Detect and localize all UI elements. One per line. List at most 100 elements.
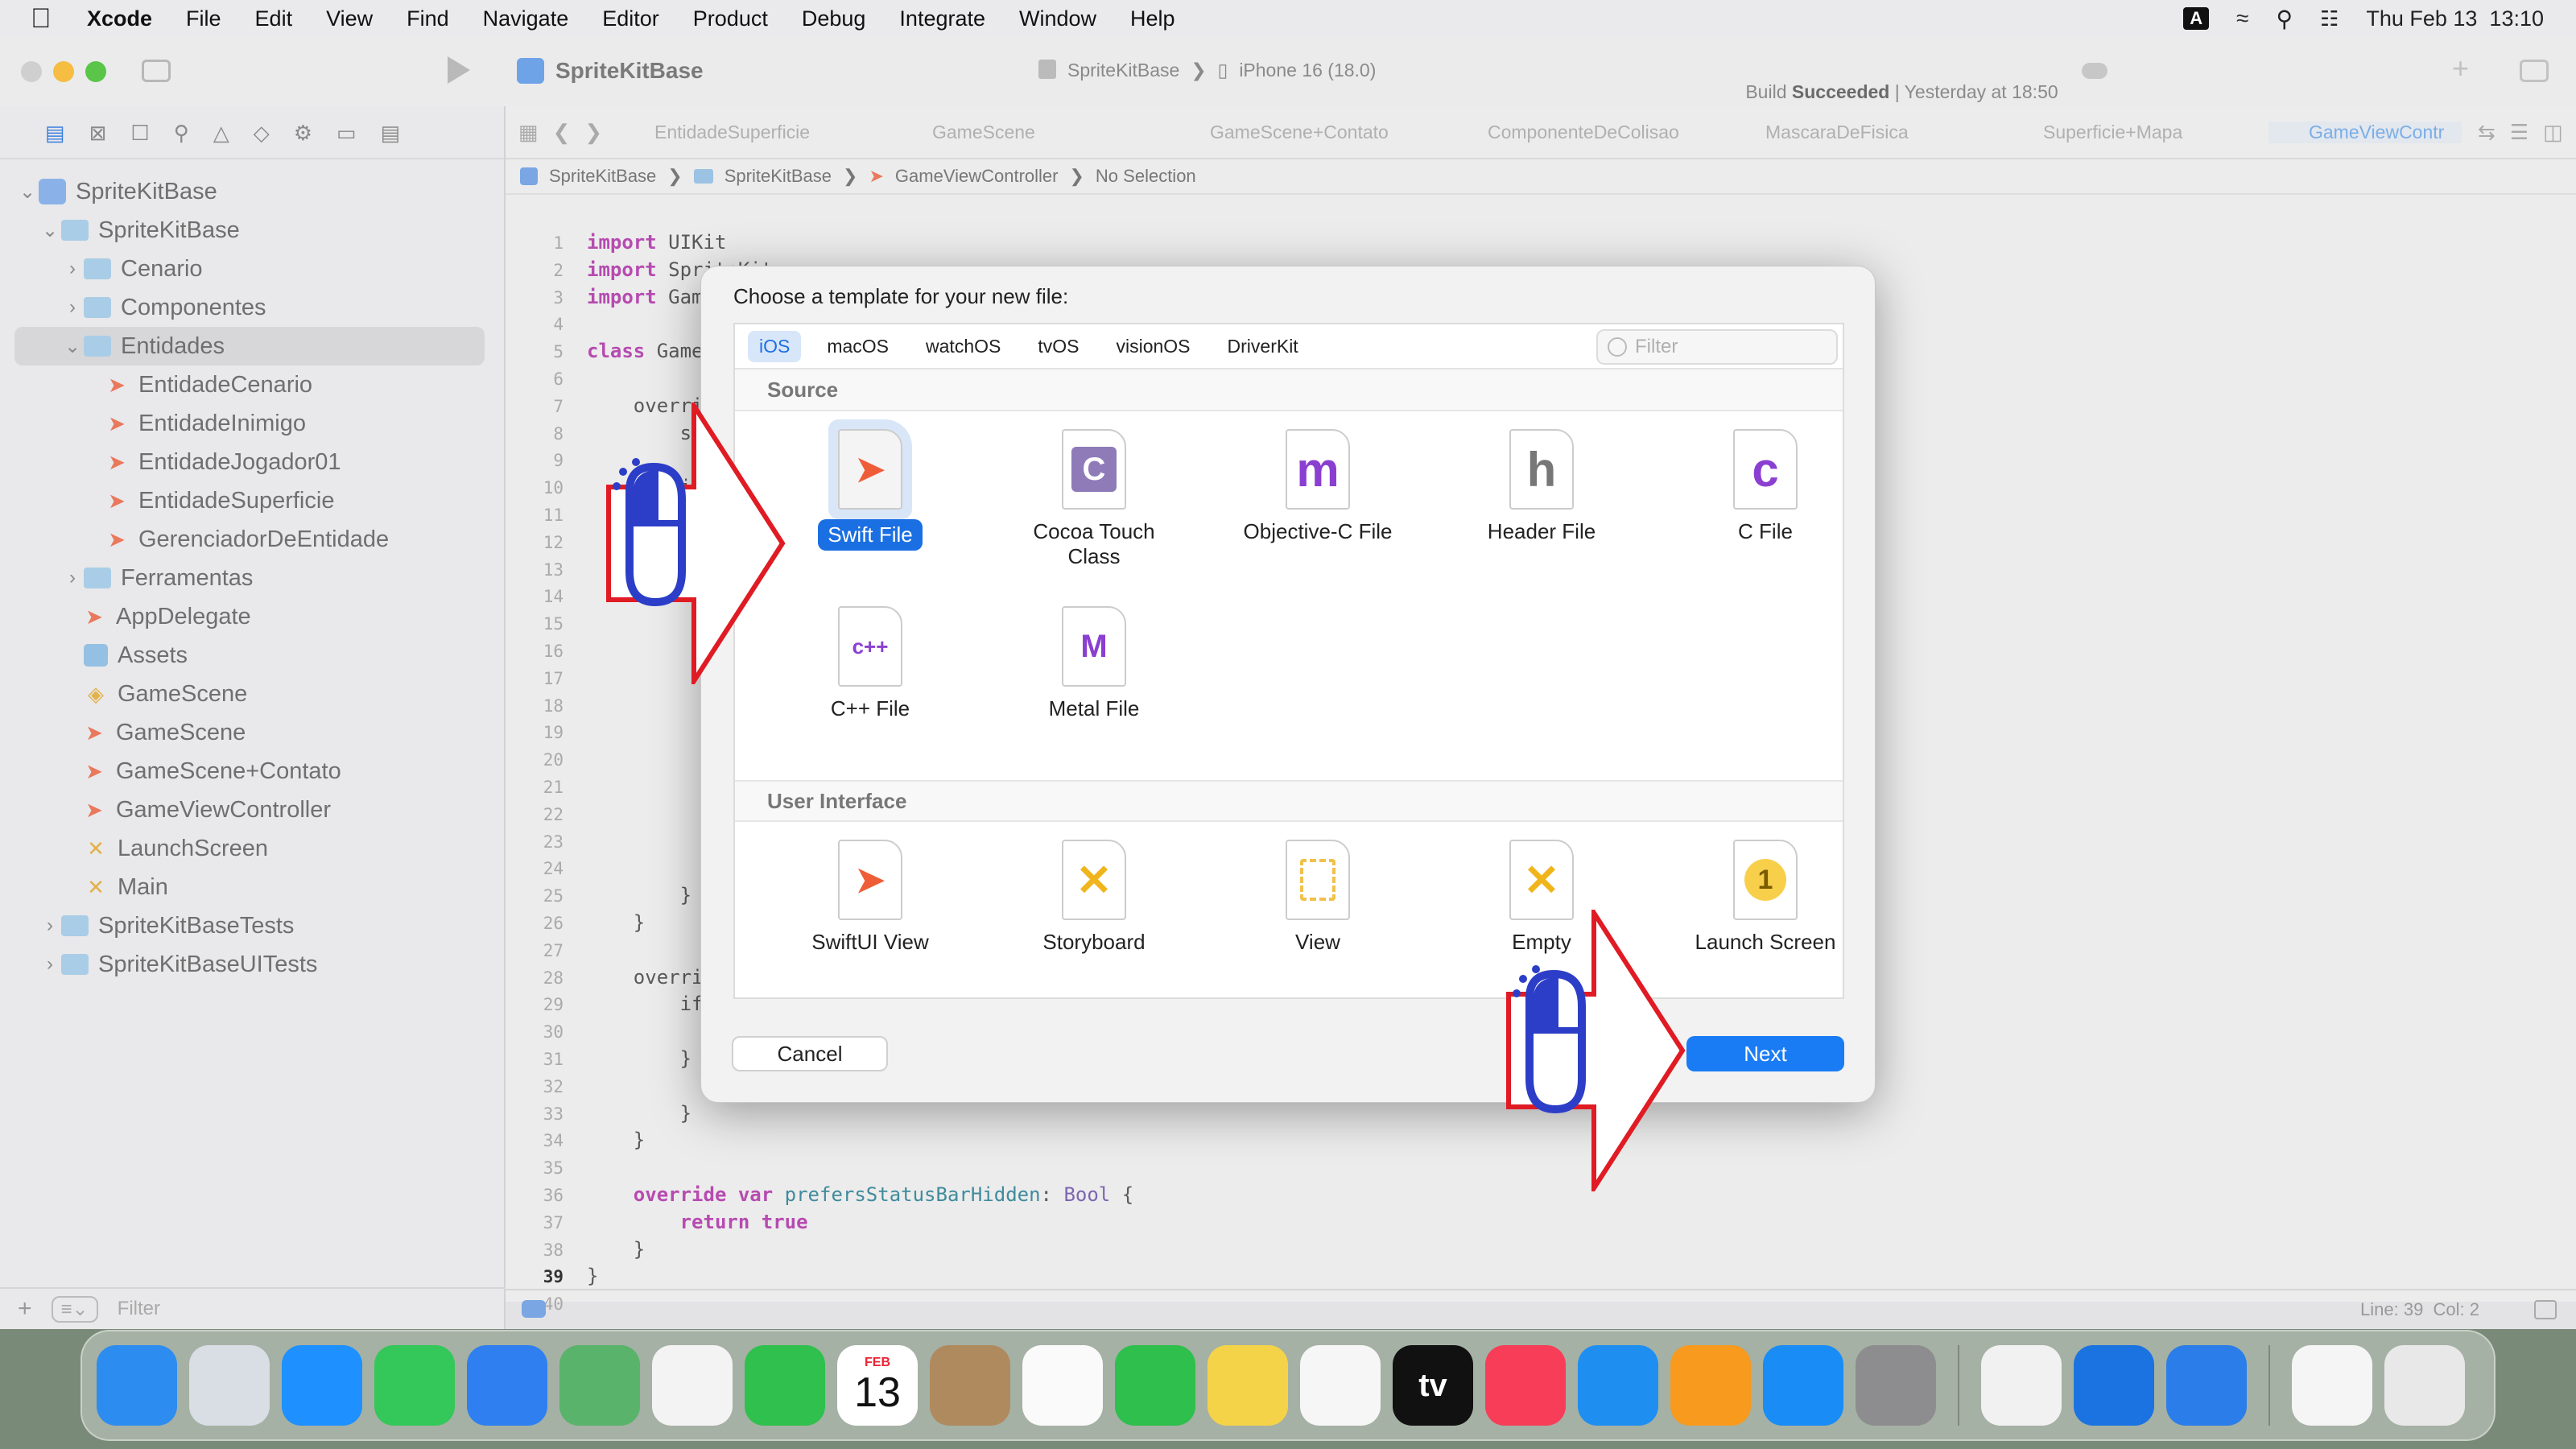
chevron-down-icon[interactable]: ⌄ [61,335,84,358]
mail-icon[interactable] [467,1345,547,1426]
menu-file[interactable]: File [186,6,221,31]
code-line[interactable]: override var prefersStatusBarHidden: Boo… [587,1183,1133,1206]
jumpbar-project[interactable]: SpriteKitBase [549,166,656,187]
debug-icon[interactable]: ⚙ [294,121,312,158]
template-filter-field[interactable]: Filter [1596,329,1838,365]
menu-integrate[interactable]: Integrate [899,6,985,31]
navigator-item[interactable]: ➤ EntidadeCenario [0,365,504,404]
chevron-right-icon[interactable]: › [61,258,84,280]
menu-debug[interactable]: Debug [802,6,866,31]
keynote-icon[interactable] [1578,1345,1658,1426]
menu-edit[interactable]: Edit [255,6,293,31]
code-line[interactable]: } [587,884,691,906]
navigator-item[interactable]: ✕ LaunchScreen [0,829,504,868]
navigator-item[interactable]: › Componentes [0,288,504,327]
pages-icon[interactable] [1670,1345,1751,1426]
code-line[interactable]: } [587,1238,645,1261]
code-line[interactable]: return true [587,1211,808,1233]
code-line[interactable]: } [587,1265,598,1287]
tab-superficie-mapa[interactable]: Superficie+Mapa [1991,122,2268,143]
zoom-window-button[interactable] [85,61,106,82]
code-line[interactable]: overri [587,966,704,989]
chevron-right-icon[interactable]: › [61,296,84,319]
reminders-icon[interactable] [1022,1345,1103,1426]
sidebar-toggle-icon[interactable] [142,60,171,82]
navigator-item[interactable]: › SpriteKitBaseUITests [0,945,504,984]
close-window-button[interactable] [21,61,42,82]
wifi-icon[interactable]: ≈ [2236,6,2248,31]
report-icon[interactable]: ▤ [381,121,401,158]
tab-gamescene[interactable]: GameScene [880,122,1158,143]
template-swiftui-view[interactable]: ➤ SwiftUI View [770,840,971,955]
chevron-right-icon[interactable]: › [61,567,84,589]
navigator-item[interactable]: ➤ AppDelegate [0,597,504,636]
template-cpp-file[interactable]: c++ C++ File [770,606,971,721]
navigator-filter-input[interactable]: Filter [118,1298,160,1320]
navigator-item[interactable]: ➤ GameScene [0,713,504,752]
tab-game-view-controller[interactable]: GameViewContr [2268,121,2462,143]
cancel-button[interactable]: Cancel [732,1036,888,1071]
app-store-icon[interactable] [1763,1345,1843,1426]
template-storyboard[interactable]: ✕ Storyboard [993,840,1195,955]
code-line[interactable]: } [587,1129,645,1151]
template-objective-c-file[interactable]: m Objective-C File [1217,429,1418,544]
menu-product[interactable]: Product [693,6,768,31]
textedit-icon[interactable] [1981,1345,2062,1426]
navigator-item[interactable]: Assets [0,636,504,675]
menu-editor[interactable]: Editor [602,6,659,31]
tab-mascara-de-fisica[interactable]: MascaraDeFisica [1713,122,1991,143]
navigator-item[interactable]: ➤ EntidadeInimigo [0,404,504,443]
tab-entidade-superficie[interactable]: EntidadeSuperficie [602,122,880,143]
navigator-item[interactable]: ✕ Main [0,868,504,906]
calendar-icon[interactable]: FEB 13 [837,1345,918,1426]
simulator-icon[interactable] [2166,1345,2247,1426]
split-editor-icon[interactable]: ◫ [2543,120,2563,145]
back-icon[interactable]: ❮ [553,120,571,145]
platform-tab-tvos[interactable]: tvOS [1026,331,1090,362]
folder-icon[interactable]: ▤ [45,121,65,158]
contacts-icon[interactable] [930,1345,1010,1426]
template-swift-file[interactable]: ➤ Swift File [770,429,971,551]
safari-icon[interactable] [282,1345,362,1426]
template-view[interactable]: View [1217,840,1418,955]
code-line[interactable]: } [587,1102,691,1125]
bookmark-icon[interactable]: ☐ [130,121,149,158]
chevron-down-icon[interactable]: ⌄ [16,180,39,204]
navigator-item[interactable]: ➤ GerenciadorDeEntidade [0,520,504,559]
platform-tab-ios[interactable]: iOS [748,330,802,362]
chevron-down-icon[interactable]: ⌄ [39,219,61,242]
navigator-item[interactable]: ⌄ SpriteKitBase [0,211,504,250]
add-file-icon[interactable]: + [18,1295,32,1323]
jumpbar-group[interactable]: SpriteKitBase [724,166,832,187]
platform-tab-watchos[interactable]: watchOS [914,331,1012,362]
apple-menu-icon[interactable]:  [31,3,71,35]
template-cocoa-touch-class[interactable]: C Cocoa Touch Class [993,429,1195,569]
search-icon[interactable]: ⚲ [2277,6,2293,32]
numbers-icon[interactable] [1115,1345,1195,1426]
platform-tab-driverkit[interactable]: DriverKit [1216,331,1310,362]
tab-gamescene-contato[interactable]: GameScene+Contato [1158,122,1435,143]
find-icon[interactable]: ⚲ [174,121,189,158]
template-launch-screen[interactable]: 1 Launch Screen [1665,840,1866,955]
add-icon[interactable]: + [2452,52,2469,85]
menubar-clock[interactable]: Thu Feb 13 13:10 [2366,6,2544,31]
navigator-item[interactable]: ⌄ SpriteKitBase [0,172,504,211]
scheme-selector[interactable]: SpriteKitBase ❯ ▯ iPhone 16 (18.0) [1038,60,1376,81]
run-button-icon[interactable] [448,56,470,84]
navigator-item[interactable]: ➤ GameScene+Contato [0,752,504,791]
template-c-file[interactable]: c C File [1665,429,1866,544]
maps-icon[interactable] [559,1345,640,1426]
tab-componente-de-colisao[interactable]: ComponenteDeColisao [1435,122,1713,143]
editor-options-icon[interactable]: ☰ [2510,120,2529,145]
breakpoint-icon[interactable]: ▭ [336,121,357,158]
navigator-item[interactable]: ➤ EntidadeJogador01 [0,443,504,481]
platform-tab-macos[interactable]: macOS [815,331,900,362]
chevron-right-icon[interactable]: › [39,914,61,937]
navigator-item[interactable]: ➤ EntidadeSuperficie [0,481,504,520]
launchpad-icon[interactable] [189,1345,270,1426]
related-items-icon[interactable]: ⇆ [2478,120,2496,145]
music-icon[interactable] [1485,1345,1566,1426]
navigator-item[interactable]: › SpriteKitBaseTests [0,906,504,945]
freeform-icon[interactable] [1300,1345,1381,1426]
trash-icon[interactable] [2384,1345,2465,1426]
